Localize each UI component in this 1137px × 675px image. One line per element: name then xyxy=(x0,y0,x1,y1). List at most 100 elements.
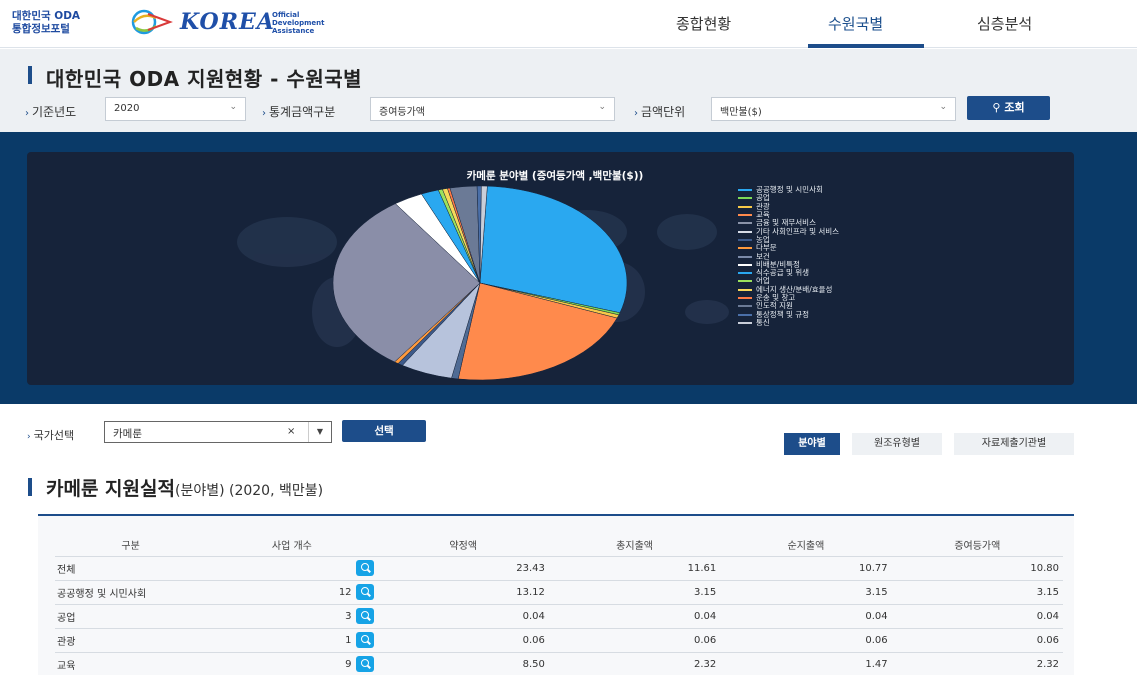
country-combobox[interactable]: 카메룬 xyxy=(104,421,332,443)
legend-item[interactable]: 공업 xyxy=(738,194,1068,202)
row-gross-disbursement: 11.61 xyxy=(548,555,721,580)
unit-select[interactable]: 백만불($) ⌄ xyxy=(711,97,956,121)
legend-swatch xyxy=(738,238,752,241)
legend-swatch xyxy=(738,305,752,308)
row-category: 교육 xyxy=(55,651,207,675)
nav-by-recipient[interactable]: 수원국별 xyxy=(828,13,883,34)
row-category: 공업 xyxy=(55,603,207,628)
row-net-disbursement: 3.15 xyxy=(720,579,892,604)
year-select[interactable]: 2020 ⌄ xyxy=(105,97,246,121)
legend-swatch xyxy=(738,263,752,266)
row-project-count: 1 xyxy=(206,627,378,652)
table-row: 전체 23.43 11.61 10.77 10.80 xyxy=(55,555,1063,580)
row-gross-disbursement: 3.15 xyxy=(548,579,721,604)
nav-overview[interactable]: 종합현황 xyxy=(676,13,731,34)
legend-item[interactable]: 농업 xyxy=(738,235,1068,244)
legend-swatch xyxy=(738,205,752,208)
row-net-disbursement: 0.06 xyxy=(720,627,892,652)
legend-item[interactable]: 공공행정 및 시민사회 xyxy=(738,186,1068,194)
tab-by-sector[interactable]: 분야별 xyxy=(784,433,840,455)
chart-legend: 공공행정 및 시민사회 공업 관광 교육 금융 및 재무서비스 기타 사회인프라 및 서비… xyxy=(738,186,1068,327)
row-net-disbursement: 1.47 xyxy=(720,651,892,675)
top-header: 대한민국 ODA 통합정보포털 KOREA Official Developme… xyxy=(0,0,1137,48)
legend-item[interactable]: 다부문 xyxy=(738,244,1068,252)
column-header: 사업 개수 xyxy=(271,541,312,553)
search-icon[interactable] xyxy=(355,560,374,576)
tab-by-agency[interactable]: 자료제출기관별 xyxy=(954,433,1074,455)
legend-item[interactable]: 식수공급 및 위생 xyxy=(738,269,1068,277)
search-icon[interactable] xyxy=(355,608,374,624)
chevron-down-icon: ⌄ xyxy=(939,102,947,112)
row-commitment: 13.12 xyxy=(377,579,549,604)
search-icon[interactable] xyxy=(355,584,374,600)
legend-item[interactable]: 통신 xyxy=(738,317,1068,327)
legend-swatch xyxy=(738,280,752,283)
nav-active-indicator xyxy=(808,44,924,48)
korea-brand-logo: KOREA xyxy=(180,9,275,35)
legend-swatch xyxy=(738,230,752,233)
search-icon[interactable] xyxy=(355,632,374,648)
search-icon: ⚲ xyxy=(992,101,1001,114)
legend-swatch xyxy=(738,189,752,192)
country-select-label: › 국가선택 xyxy=(27,429,75,442)
chevron-right-icon: › xyxy=(262,108,266,119)
legend-item[interactable]: 기타 사회인프라 및 서비스 xyxy=(738,227,1068,235)
unit-filter-label: › 금액단위 xyxy=(634,105,686,119)
result-table-container: 구분 사업 개수 약정액 총지출액 순지출액 증여등가액 전체 23.43 11.6… xyxy=(38,514,1074,675)
row-gross-disbursement: 0.04 xyxy=(548,603,721,628)
stat-type-select[interactable]: 증여등가액 ⌄ xyxy=(370,97,615,121)
legend-item[interactable]: 관광 xyxy=(738,202,1068,211)
row-grant-equivalent: 0.04 xyxy=(891,603,1063,628)
table-row: 공공행정 및 시민사회 12 13.12 3.15 3.15 3.15 xyxy=(55,579,1063,604)
tab-by-aid-type[interactable]: 원조유형별 xyxy=(852,433,942,455)
portal-logo-text[interactable]: 대한민국 ODA 통합정보포털 xyxy=(12,10,122,36)
row-grant-equivalent: 3.15 xyxy=(891,579,1063,604)
clear-country-icon[interactable]: × xyxy=(287,426,295,437)
row-commitment: 23.43 xyxy=(377,555,549,580)
chevron-down-icon: ⌄ xyxy=(229,102,237,112)
search-button[interactable]: ⚲ 조회 xyxy=(967,96,1050,120)
legend-swatch xyxy=(738,247,752,250)
table-row: 관광 1 0.06 0.06 0.06 0.06 xyxy=(55,627,1063,652)
oda-logo-text: Official Development Assistance xyxy=(272,11,325,35)
row-project-count xyxy=(206,555,378,580)
row-project-count: 12 xyxy=(206,579,378,604)
chart-title: 카메룬 분야별 (증여등가액 ,백만불($)) xyxy=(466,170,644,182)
title-accent-bar xyxy=(28,66,32,84)
legend-item[interactable]: 통상정책 및 규정 xyxy=(738,310,1068,318)
row-category: 관광 xyxy=(55,627,207,652)
legend-swatch xyxy=(738,197,752,200)
column-header: 구분 xyxy=(121,541,140,553)
nav-deep-analysis[interactable]: 심층분석 xyxy=(977,13,1032,34)
result-title: 카메룬 지원실적(분야별) (2020, 백만불) xyxy=(46,478,324,500)
year-filter-label: › 기준년도 xyxy=(25,105,77,119)
row-net-disbursement: 10.77 xyxy=(720,555,892,580)
row-grant-equivalent: 10.80 xyxy=(891,555,1063,580)
row-category: 공공행정 및 시민사회 xyxy=(55,579,207,604)
column-header: 증여등가액 xyxy=(954,541,1001,553)
row-commitment: 0.06 xyxy=(377,627,549,652)
row-category: 전체 xyxy=(55,555,207,580)
row-grant-equivalent: 0.06 xyxy=(891,627,1063,652)
chevron-down-icon: ⌄ xyxy=(598,102,606,112)
row-project-count: 9 xyxy=(206,651,378,675)
row-grant-equivalent: 2.32 xyxy=(891,651,1063,675)
legend-label: 통신 xyxy=(756,317,770,327)
country-select-button[interactable]: 선택 xyxy=(342,420,426,442)
column-header: 약정액 xyxy=(449,541,478,553)
table-header-row: 구분 사업 개수 약정액 총지출액 순지출액 증여등가액 xyxy=(55,534,1063,556)
chevron-right-icon: › xyxy=(634,108,638,119)
pie-chart xyxy=(332,185,628,381)
search-icon[interactable] xyxy=(355,656,374,673)
legend-swatch xyxy=(738,321,752,324)
column-header: 순지출액 xyxy=(787,541,825,553)
stat-filter-label: › 통계금액구분 xyxy=(262,105,336,119)
row-project-count: 3 xyxy=(206,603,378,628)
row-net-disbursement: 0.04 xyxy=(720,603,892,628)
logo-line1: 대한민국 ODA xyxy=(12,10,81,22)
legend-swatch xyxy=(738,222,752,225)
country-dropdown-icon[interactable]: ▼ xyxy=(308,422,331,442)
logo-line2: 통합정보포털 xyxy=(12,23,70,35)
legend-swatch xyxy=(738,255,752,258)
legend-swatch xyxy=(738,313,752,316)
